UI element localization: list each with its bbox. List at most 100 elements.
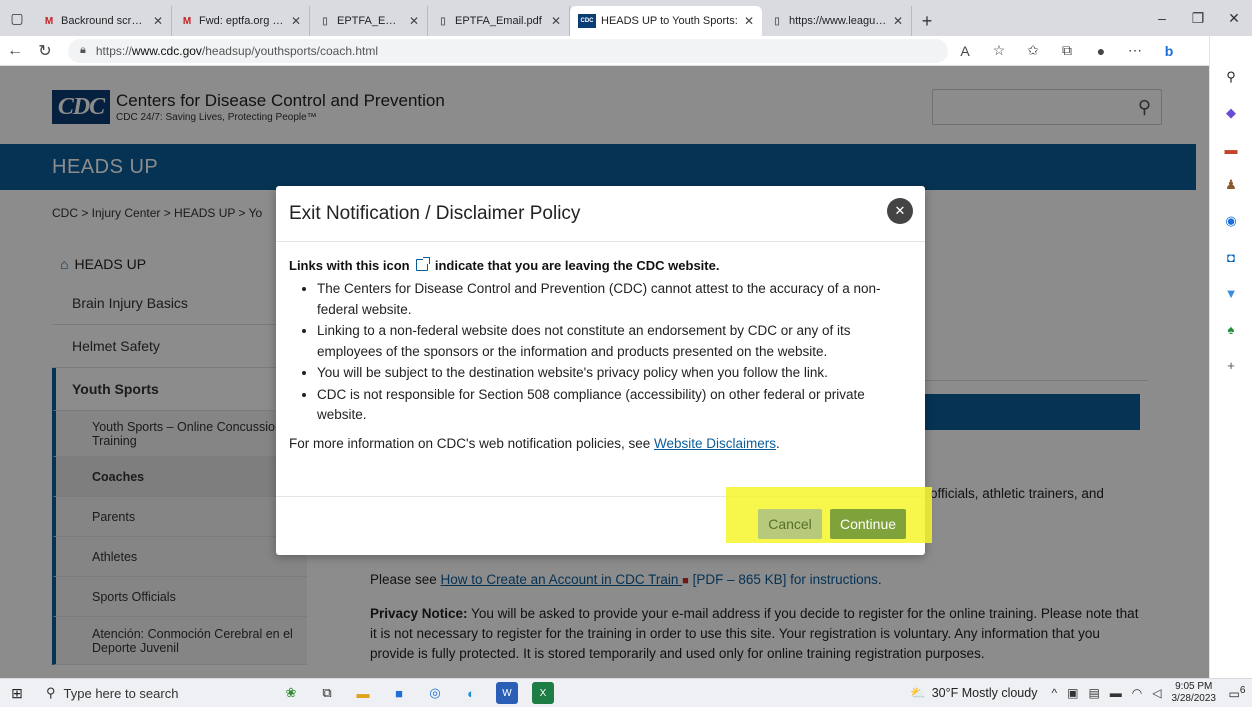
display-icon[interactable]: ▤ [1088, 686, 1099, 700]
list-item: Linking to a non-federal website does no… [317, 321, 912, 362]
more-icon[interactable]: ⋯ [1118, 42, 1152, 59]
dialog-footer: Cancel Continue [276, 487, 932, 555]
new-tab-icon[interactable]: + [912, 6, 942, 36]
compass-icon[interactable]: ◎ [424, 682, 446, 704]
exit-disclaimer-dialog: Exit Notification / Disclaimer Policy ✕ … [276, 186, 932, 555]
close-icon[interactable]: ✕ [887, 198, 913, 224]
more-info: For more information on CDC's web notifi… [289, 436, 912, 451]
browser-tab-strip: ▢ M Backround screening - susa ✕ M Fwd: … [0, 0, 1252, 36]
browser-tab[interactable]: M Fwd: eptfa.org - Member De ✕ [172, 6, 310, 36]
tab-title: EPTFA_Email.pdf [455, 15, 542, 27]
flower-icon[interactable]: ❀ [280, 682, 302, 704]
refresh-icon[interactable]: ↻ [30, 41, 60, 61]
browser-tab[interactable]: M Backround screening - susa ✕ [34, 6, 172, 36]
close-tab-icon[interactable]: ✕ [893, 14, 903, 28]
more-text: For more information on CDC's web notifi… [289, 435, 654, 451]
word-icon[interactable]: W [496, 682, 518, 704]
file-explorer-icon[interactable]: ▬ [352, 682, 374, 704]
tools-icon[interactable]: ▬ [1220, 138, 1242, 160]
clock[interactable]: 9:05 PM 3/28/2023 [1172, 681, 1217, 705]
lock-icon: 🔒︎ [80, 44, 86, 56]
taskbar-search[interactable]: ⚲ Type here to search [34, 679, 274, 707]
meet-icon[interactable]: ▣ [1067, 686, 1078, 700]
close-tab-icon[interactable]: ✕ [291, 14, 301, 28]
collections-icon[interactable]: ⧉ [1050, 42, 1084, 59]
favorites-icon[interactable]: ✩ [1016, 42, 1050, 59]
favorite-add-icon[interactable]: ☆ [982, 42, 1016, 59]
url-domain: www.cdc.gov [131, 43, 202, 58]
battery-icon[interactable]: ▬ [1110, 686, 1122, 700]
edge-icon[interactable]: ◐ [460, 682, 482, 704]
restore-icon[interactable]: ❐ [1180, 10, 1216, 27]
list-item: The Centers for Disease Control and Prev… [317, 279, 912, 320]
continue-button[interactable]: Continue [830, 509, 906, 539]
dialog-header: Exit Notification / Disclaimer Policy [276, 186, 925, 242]
lead-after: indicate that you are leaving the CDC we… [431, 258, 720, 273]
disclaimer-list: The Centers for Disease Control and Prev… [317, 279, 912, 426]
search-icon: ⚲ [46, 685, 56, 700]
pdf-icon: ▯ [440, 15, 446, 27]
profile-icon[interactable]: ● [1084, 43, 1118, 59]
windows-start-icon[interactable]: ⊞ [0, 685, 34, 702]
task-view-icon[interactable]: ⧉ [316, 682, 338, 704]
wifi-icon[interactable]: ◠ [1132, 686, 1142, 700]
url-field[interactable]: 🔒︎ https://www.cdc.gov/headsup/youthspor… [68, 38, 948, 63]
back-icon[interactable]: ← [0, 42, 30, 60]
dialog-title: Exit Notification / Disclaimer Policy [289, 202, 581, 224]
tab-actions-icon[interactable]: ▢ [0, 0, 34, 36]
minimize-icon[interactable]: – [1144, 10, 1180, 26]
add-icon[interactable]: + [1220, 354, 1242, 376]
shopping-icon[interactable]: ◆ [1220, 102, 1242, 124]
close-window-icon[interactable]: ✕ [1216, 10, 1252, 27]
excel-icon[interactable]: X [532, 682, 554, 704]
store-icon[interactable]: ■ [388, 682, 410, 704]
window-controls: – ❐ ✕ [1144, 0, 1252, 36]
search-icon[interactable]: ⚲ [1220, 66, 1242, 88]
gmail-icon: M [182, 15, 192, 27]
url-prefix: https:// [95, 43, 132, 58]
external-link-icon [416, 257, 431, 271]
cancel-button[interactable]: Cancel [758, 509, 822, 539]
list-item: You will be subject to the destination w… [317, 363, 912, 384]
address-bar: ← ↻ 🔒︎ https://www.cdc.gov/headsup/youth… [0, 36, 1252, 66]
tab-title: https://www.leagueathletic [789, 15, 887, 27]
volume-icon[interactable]: ◁ [1152, 686, 1161, 700]
pdf-icon: ▯ [322, 15, 328, 27]
website-disclaimers-link[interactable]: Website Disclaimers [654, 436, 776, 451]
tab-title: Fwd: eptfa.org - Member De [199, 15, 285, 27]
more-end: . [776, 435, 780, 451]
weather-text: 30°F Mostly cloudy [931, 686, 1038, 700]
browser-tab-active[interactable]: CDC HEADS UP to Youth Sports: ✕ [570, 6, 762, 36]
close-tab-icon[interactable]: ✕ [744, 14, 754, 28]
url-path: /headsup/youthsports/coach.html [201, 43, 379, 58]
drop-icon[interactable]: ▼ [1220, 282, 1242, 304]
close-tab-icon[interactable]: ✕ [551, 14, 561, 28]
lead-before: Links with this icon [289, 258, 414, 273]
bing-icon[interactable]: b [1152, 43, 1186, 59]
tab-title: HEADS UP to Youth Sports: [601, 15, 738, 27]
taskbar-apps: ❀ ⧉ ▬ ■ ◎ ◐ W X [280, 682, 554, 704]
list-item: CDC is not responsible for Section 508 c… [317, 385, 912, 426]
dialog-body: Links with this icon indicate that you a… [276, 242, 925, 451]
page-icon: ▯ [774, 15, 780, 27]
outlook-icon[interactable]: ◘ [1220, 246, 1242, 268]
read-aloud-icon[interactable]: A [948, 43, 982, 59]
search-placeholder: Type here to search [63, 685, 179, 701]
chevron-up-icon[interactable]: ^ [1051, 686, 1057, 700]
tab-title: Backround screening - susa [61, 15, 147, 27]
cdc-favicon-icon: CDC [578, 14, 596, 28]
microsoft-365-icon[interactable]: ◉ [1220, 210, 1242, 232]
gmail-icon: M [44, 15, 54, 27]
browser-tab[interactable]: ▯ EPTFA_Email.pdf ✕ [310, 6, 428, 36]
notifications-icon[interactable]: ▭6 [1222, 685, 1252, 701]
browser-tab[interactable]: ▯ EPTFA_Email.pdf ✕ [428, 6, 570, 36]
tree-icon[interactable]: ♠ [1220, 318, 1242, 340]
weather-widget[interactable]: ⛅ 30°F Mostly cloudy [910, 686, 1037, 701]
tab-title: EPTFA_Email.pdf [337, 15, 403, 27]
close-tab-icon[interactable]: ✕ [409, 14, 419, 28]
close-tab-icon[interactable]: ✕ [153, 14, 163, 28]
edge-sidebar: ⚲ ◆ ▬ ♟ ◉ ◘ ▼ ♠ + [1209, 36, 1252, 678]
games-icon[interactable]: ♟ [1220, 174, 1242, 196]
browser-tab[interactable]: ▯ https://www.leagueathletic ✕ [762, 6, 912, 36]
clock-date: 3/28/2023 [1171, 693, 1217, 704]
